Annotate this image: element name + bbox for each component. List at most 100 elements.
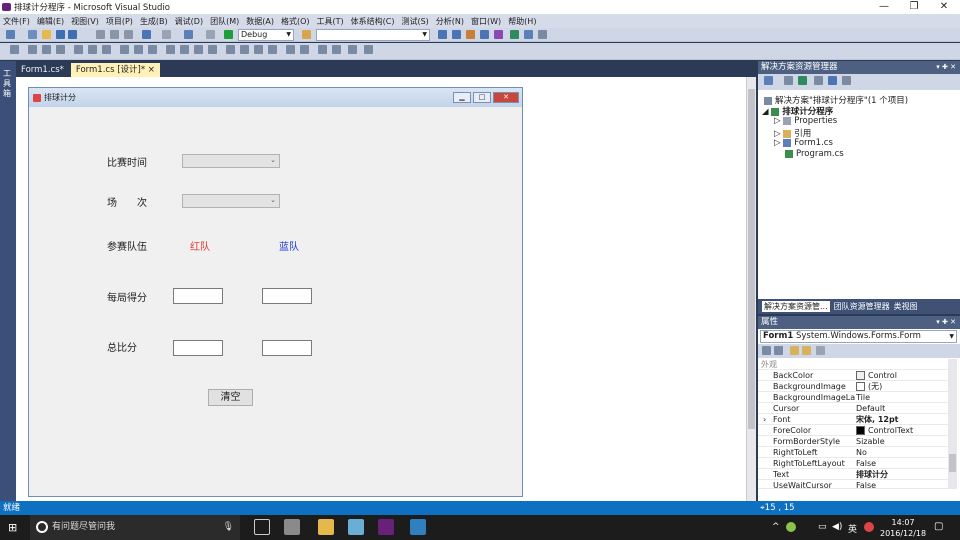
tab-order-icon[interactable]: [348, 45, 357, 54]
menu-data[interactable]: 数据(A): [246, 16, 274, 27]
maximize-button[interactable]: ❐: [901, 0, 927, 14]
system-clock[interactable]: 14:07 2016/12/18: [880, 517, 926, 539]
panel-pin-icon[interactable]: ▾ ✚ ✕: [936, 316, 956, 329]
match-time-combo[interactable]: ⌄: [182, 154, 280, 168]
store-app-icon[interactable]: [284, 519, 300, 535]
toolbox-tab[interactable]: 工具箱: [0, 61, 16, 501]
tray-app-icon[interactable]: [786, 522, 796, 532]
windows-start-icon[interactable]: ⊞: [8, 521, 17, 534]
close-button[interactable]: ✕: [931, 0, 957, 14]
align-lefts-icon[interactable]: [28, 45, 37, 54]
view-designer-icon[interactable]: [828, 76, 837, 85]
make-same-size-icon[interactable]: [148, 45, 157, 54]
undo-icon[interactable]: [142, 30, 151, 39]
menu-window[interactable]: 窗口(W): [471, 16, 501, 27]
red-set-score-input[interactable]: [173, 288, 223, 304]
clear-button[interactable]: 清空: [208, 389, 253, 406]
red-total-score-input[interactable]: [173, 340, 223, 356]
property-row-backgroundimagelayout[interactable]: BackgroundImageLayoutTile: [758, 392, 948, 403]
menu-tools[interactable]: 工具(T): [317, 16, 344, 27]
tree-item-program[interactable]: Program.cs: [785, 149, 844, 159]
menu-team[interactable]: 团队(M): [210, 16, 239, 27]
copy-icon[interactable]: [110, 30, 119, 39]
tab-solution-explorer[interactable]: 解决方案资源管...: [762, 301, 830, 312]
property-row-forecolor[interactable]: ForeColor ControlText: [758, 425, 948, 436]
find-combo[interactable]: ▼: [316, 29, 430, 41]
property-row-formborderstyle[interactable]: FormBorderStyle Sizable: [758, 436, 948, 447]
center-vertically-icon[interactable]: [300, 45, 309, 54]
vertical-spacing-icon[interactable]: [226, 45, 235, 54]
round-combo[interactable]: ⌄: [182, 194, 280, 208]
new-project-icon[interactable]: [6, 30, 15, 39]
remove-spacing-icon[interactable]: [208, 45, 217, 54]
tab-team-explorer[interactable]: 团队资源管理器: [834, 301, 890, 312]
minimize-button[interactable]: —: [871, 0, 897, 14]
tab-class-view[interactable]: 类视图: [894, 301, 918, 312]
property-row-usewaitcursor[interactable]: UseWaitCursor False: [758, 480, 948, 489]
notepad-app-icon[interactable]: [348, 519, 364, 535]
menu-view[interactable]: 视图(V): [71, 16, 99, 27]
cortana-search-box[interactable]: 有问题尽管问我 🎙: [30, 515, 240, 540]
object-browser-icon[interactable]: [466, 30, 475, 39]
scrollbar-thumb[interactable]: [748, 89, 755, 429]
bring-to-front-icon[interactable]: [318, 45, 327, 54]
microphone-icon[interactable]: 🎙: [223, 515, 234, 540]
align-tops-icon[interactable]: [74, 45, 83, 54]
file-explorer-icon[interactable]: [318, 519, 334, 535]
designer-app-icon[interactable]: [410, 519, 426, 535]
center-horizontally-icon[interactable]: [286, 45, 295, 54]
designer-scrollbar[interactable]: [746, 77, 756, 501]
send-to-back-icon[interactable]: [332, 45, 341, 54]
menu-architecture[interactable]: 体系结构(C): [351, 16, 395, 27]
ime-indicator[interactable]: 英: [848, 522, 857, 535]
form-minimize-button[interactable]: ▁: [453, 92, 471, 103]
view-class-diagram-icon[interactable]: [842, 76, 851, 85]
navigate-back-icon[interactable]: [184, 30, 193, 39]
property-row-font[interactable]: › Font 宋体, 12pt: [758, 414, 948, 425]
increase-vertical-spacing-icon[interactable]: [240, 45, 249, 54]
increase-spacing-icon[interactable]: [180, 45, 189, 54]
remove-vertical-spacing-icon[interactable]: [268, 45, 277, 54]
designer-form[interactable]: 排球计分 ▁ □ ✕ 比赛时间 ⌄ 场 次 ⌄ 参赛队伍 红队 蓝队 每局得分 …: [28, 87, 523, 497]
lock-controls-icon[interactable]: [364, 45, 373, 54]
align-bottoms-icon[interactable]: [102, 45, 111, 54]
extension-manager-icon[interactable]: [494, 30, 503, 39]
property-pages-icon[interactable]: [816, 346, 825, 355]
scrollbar-thumb[interactable]: [949, 454, 956, 472]
tree-item-form1[interactable]: ▷ Form1.cs: [774, 138, 833, 148]
horizontal-spacing-icon[interactable]: [166, 45, 175, 54]
navigate-forward-icon[interactable]: [206, 30, 215, 39]
tray-chevron-up-icon[interactable]: ^: [772, 522, 780, 532]
make-same-width-icon[interactable]: [120, 45, 129, 54]
redo-icon[interactable]: [162, 30, 171, 39]
view-code-icon[interactable]: [814, 76, 823, 85]
solution-config-dropdown[interactable]: Debug ▼: [238, 29, 294, 41]
close-tab-icon[interactable]: ×: [148, 65, 155, 75]
align-rights-icon[interactable]: [56, 45, 65, 54]
blue-set-score-input[interactable]: [262, 288, 312, 304]
menu-format[interactable]: 格式(O): [281, 16, 310, 27]
cut-icon[interactable]: [96, 30, 105, 39]
property-row-text[interactable]: Text 排球计分: [758, 469, 948, 480]
tab-form1-design[interactable]: Form1.cs [设计]* ×: [70, 63, 160, 77]
property-row-backgroundimage[interactable]: BackgroundImage (无): [758, 381, 948, 392]
form-maximize-button[interactable]: □: [473, 92, 491, 103]
save-icon[interactable]: [56, 30, 65, 39]
add-item-icon[interactable]: [28, 30, 37, 39]
paste-icon[interactable]: [124, 30, 133, 39]
properties-icon[interactable]: [784, 76, 793, 85]
toolbox-icon[interactable]: [480, 30, 489, 39]
properties-scrollbar[interactable]: [948, 359, 957, 489]
window-layout-icon[interactable]: [538, 30, 547, 39]
blue-total-score-input[interactable]: [262, 340, 312, 356]
menu-help[interactable]: 帮助(H): [508, 16, 536, 27]
start-page-icon[interactable]: [510, 30, 519, 39]
solution-explorer-icon[interactable]: [438, 30, 447, 39]
find-in-files-icon[interactable]: [302, 30, 311, 39]
property-row-righttoleft[interactable]: RightToLeft No: [758, 447, 948, 458]
menu-build[interactable]: 生成(B): [140, 16, 168, 27]
form-close-button[interactable]: ✕: [493, 92, 519, 103]
menu-file[interactable]: 文件(F): [3, 16, 30, 27]
events-icon[interactable]: [802, 346, 811, 355]
tree-item-properties[interactable]: ▷ Properties: [774, 116, 837, 126]
